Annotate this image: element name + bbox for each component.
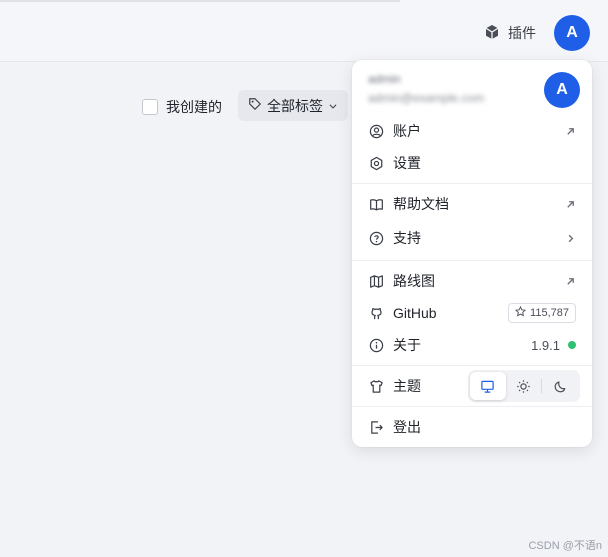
menu-item-settings[interactable]: 设置 (352, 147, 592, 179)
book-icon (368, 196, 384, 212)
watermark: CSDN @不语n (528, 540, 602, 552)
menu-divider (352, 365, 592, 366)
menu-item-label: 关于 (393, 337, 421, 353)
menu-avatar: A (544, 72, 580, 108)
avatar[interactable]: A (554, 15, 590, 51)
menu-item-github[interactable]: GitHub 115,787 (352, 297, 592, 329)
star-icon (514, 305, 527, 320)
menu-item-label: 主题 (393, 378, 421, 394)
chevron-right-icon (565, 222, 576, 254)
moon-icon (554, 380, 565, 392)
menu-item-label: 路线图 (393, 273, 435, 289)
theme-dark-button[interactable] (542, 372, 578, 400)
github-stars-badge: 115,787 (508, 297, 576, 329)
github-icon (368, 305, 384, 321)
logout-icon (368, 419, 384, 435)
status-dot (568, 341, 576, 349)
menu-user-header: admin admin@example.com A (352, 60, 592, 114)
external-link-icon (565, 188, 576, 220)
gear-icon (368, 155, 384, 171)
shirt-icon (368, 378, 384, 394)
plugins-label: 插件 (508, 25, 536, 41)
user-dropdown-menu: admin admin@example.com A 账户 设置 帮助文档 支持 (352, 60, 592, 447)
top-divider-line (0, 0, 400, 2)
menu-item-label: 设置 (393, 155, 421, 171)
cube-icon (484, 24, 500, 43)
theme-light-button[interactable] (506, 372, 542, 400)
user-name: admin (368, 72, 401, 86)
created-by-me-label: 我创建的 (166, 99, 222, 115)
menu-item-account[interactable]: 账户 (352, 115, 592, 147)
sun-icon (517, 379, 530, 393)
theme-system-button[interactable] (470, 372, 506, 400)
github-stars-count: 115,787 (530, 307, 569, 319)
created-by-me-filter[interactable]: 我创建的 (142, 97, 222, 117)
chevron-down-icon (328, 98, 338, 114)
version-info: 1.9.1 (531, 329, 576, 361)
menu-item-support[interactable]: 支持 (352, 222, 592, 254)
tag-icon (248, 97, 262, 114)
monitor-icon (481, 380, 495, 393)
menu-item-roadmap[interactable]: 路线图 (352, 265, 592, 297)
menu-item-label: 账户 (393, 123, 421, 139)
menu-item-theme: 主题 (352, 370, 592, 402)
created-by-me-checkbox[interactable] (142, 99, 158, 115)
menu-item-label: 支持 (393, 230, 421, 246)
user-email: admin@example.com (368, 91, 485, 105)
version-number: 1.9.1 (531, 337, 560, 353)
map-icon (368, 273, 384, 289)
external-link-icon (565, 265, 576, 297)
menu-item-label: 帮助文档 (393, 196, 449, 212)
external-link-icon (565, 115, 576, 147)
tags-filter-button[interactable]: 全部标签 (238, 90, 348, 121)
menu-divider (352, 183, 592, 184)
tags-filter-label: 全部标签 (267, 97, 323, 114)
help-circle-icon (368, 230, 384, 246)
menu-item-help-docs[interactable]: 帮助文档 (352, 188, 592, 220)
menu-item-label: GitHub (393, 305, 437, 321)
theme-switcher (468, 370, 580, 402)
plugins-button[interactable]: 插件 (484, 22, 536, 44)
top-bar: 插件 A (0, 0, 608, 62)
info-icon (368, 337, 384, 353)
menu-divider (352, 406, 592, 407)
menu-item-label: 登出 (393, 419, 421, 435)
menu-divider (352, 260, 592, 261)
user-circle-icon (368, 123, 384, 139)
menu-item-logout[interactable]: 登出 (352, 411, 592, 443)
menu-item-about[interactable]: 关于 1.9.1 (352, 329, 592, 361)
